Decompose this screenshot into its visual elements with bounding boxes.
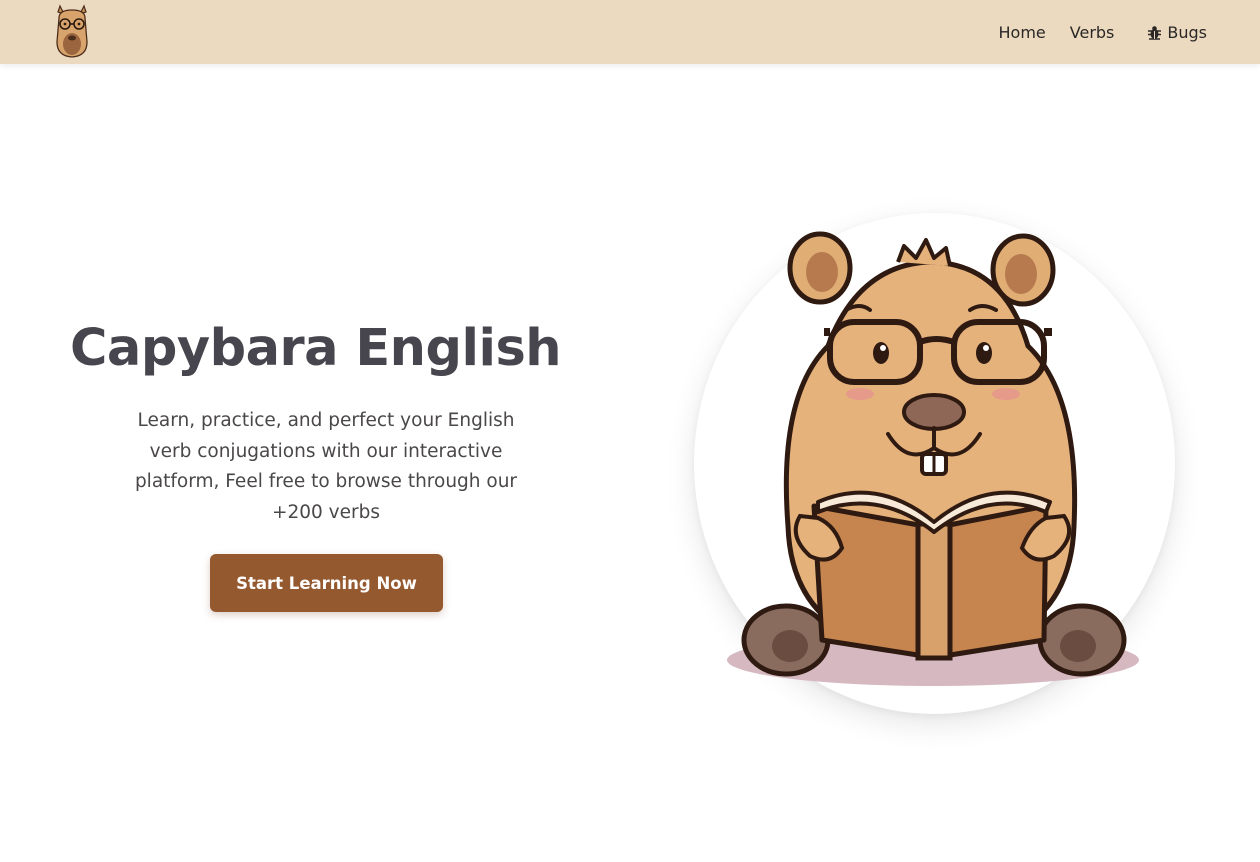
- capybara-reading-book-illustration: [718, 226, 1158, 692]
- nav-link-verbs[interactable]: Verbs: [1070, 23, 1115, 42]
- top-navbar: Home Verbs Bugs: [0, 0, 1260, 64]
- hero-description: Learn, practice, and perfect your Englis…: [134, 410, 518, 524]
- hero-title: Capybara English: [70, 319, 562, 378]
- start-learning-button[interactable]: Start Learning Now: [210, 554, 443, 612]
- nav-link-home[interactable]: Home: [999, 23, 1046, 42]
- main-nav: Home Verbs Bugs: [999, 0, 1207, 64]
- nav-link-bugs-label: Bugs: [1167, 22, 1207, 42]
- capybara-logo-icon[interactable]: [50, 4, 94, 60]
- nav-link-bugs[interactable]: Bugs: [1146, 23, 1207, 42]
- bug-icon: [1146, 24, 1163, 41]
